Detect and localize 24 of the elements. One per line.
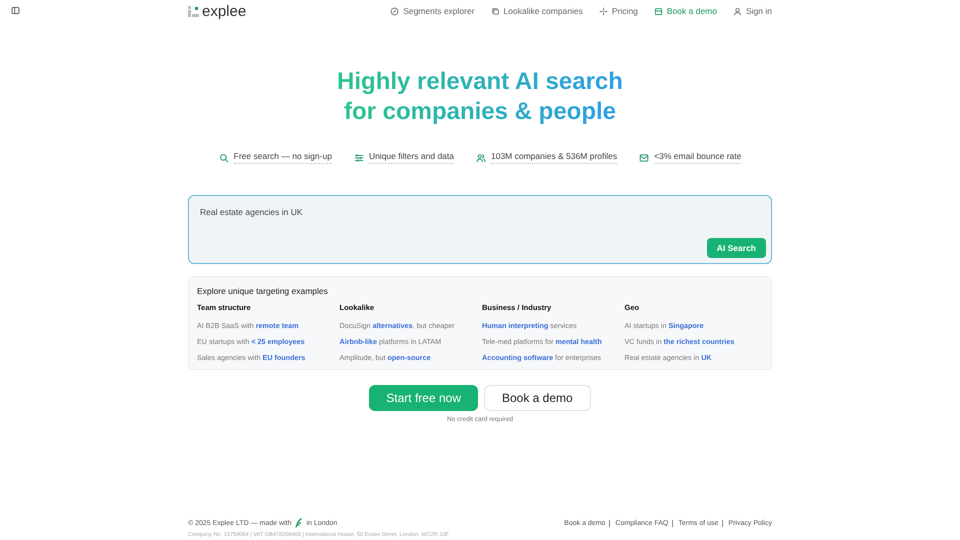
search-icon <box>218 152 229 162</box>
calendar-icon <box>654 6 663 16</box>
examples-title: Explore unique targeting examples <box>197 286 329 296</box>
feature-label: Unique filters and data <box>368 151 454 164</box>
logo-icon <box>188 6 199 16</box>
feature-label: Free search — no sign-up <box>234 151 332 164</box>
start-button[interactable]: Start free now <box>369 385 478 411</box>
demo-button[interactable]: Book a demo <box>484 385 591 411</box>
search-field[interactable]: Real estate agencies in UK AI Search <box>188 195 772 264</box>
sidebar-icon <box>11 6 20 15</box>
ai-search-button[interactable]: AI Search <box>706 238 766 258</box>
feature-label: <3% email bounce rate <box>654 151 742 164</box>
nav-link[interactable]: Pricing <box>598 6 638 16</box>
sliders-icon <box>354 152 364 162</box>
nav-link[interactable]: Segments explorer <box>390 6 475 16</box>
nav-link[interactable]: Book a demo <box>654 6 717 16</box>
copy-icon <box>490 6 500 16</box>
logo-text[interactable]: explee <box>202 2 246 20</box>
users-icon <box>476 152 486 162</box>
mail-icon <box>639 152 650 162</box>
user-icon <box>733 6 742 16</box>
nav-link[interactable]: Sign in <box>733 6 772 16</box>
feature-label: 103M companies & 536M profiles <box>491 151 618 164</box>
nav-link[interactable]: Lookalike companies <box>490 6 583 16</box>
